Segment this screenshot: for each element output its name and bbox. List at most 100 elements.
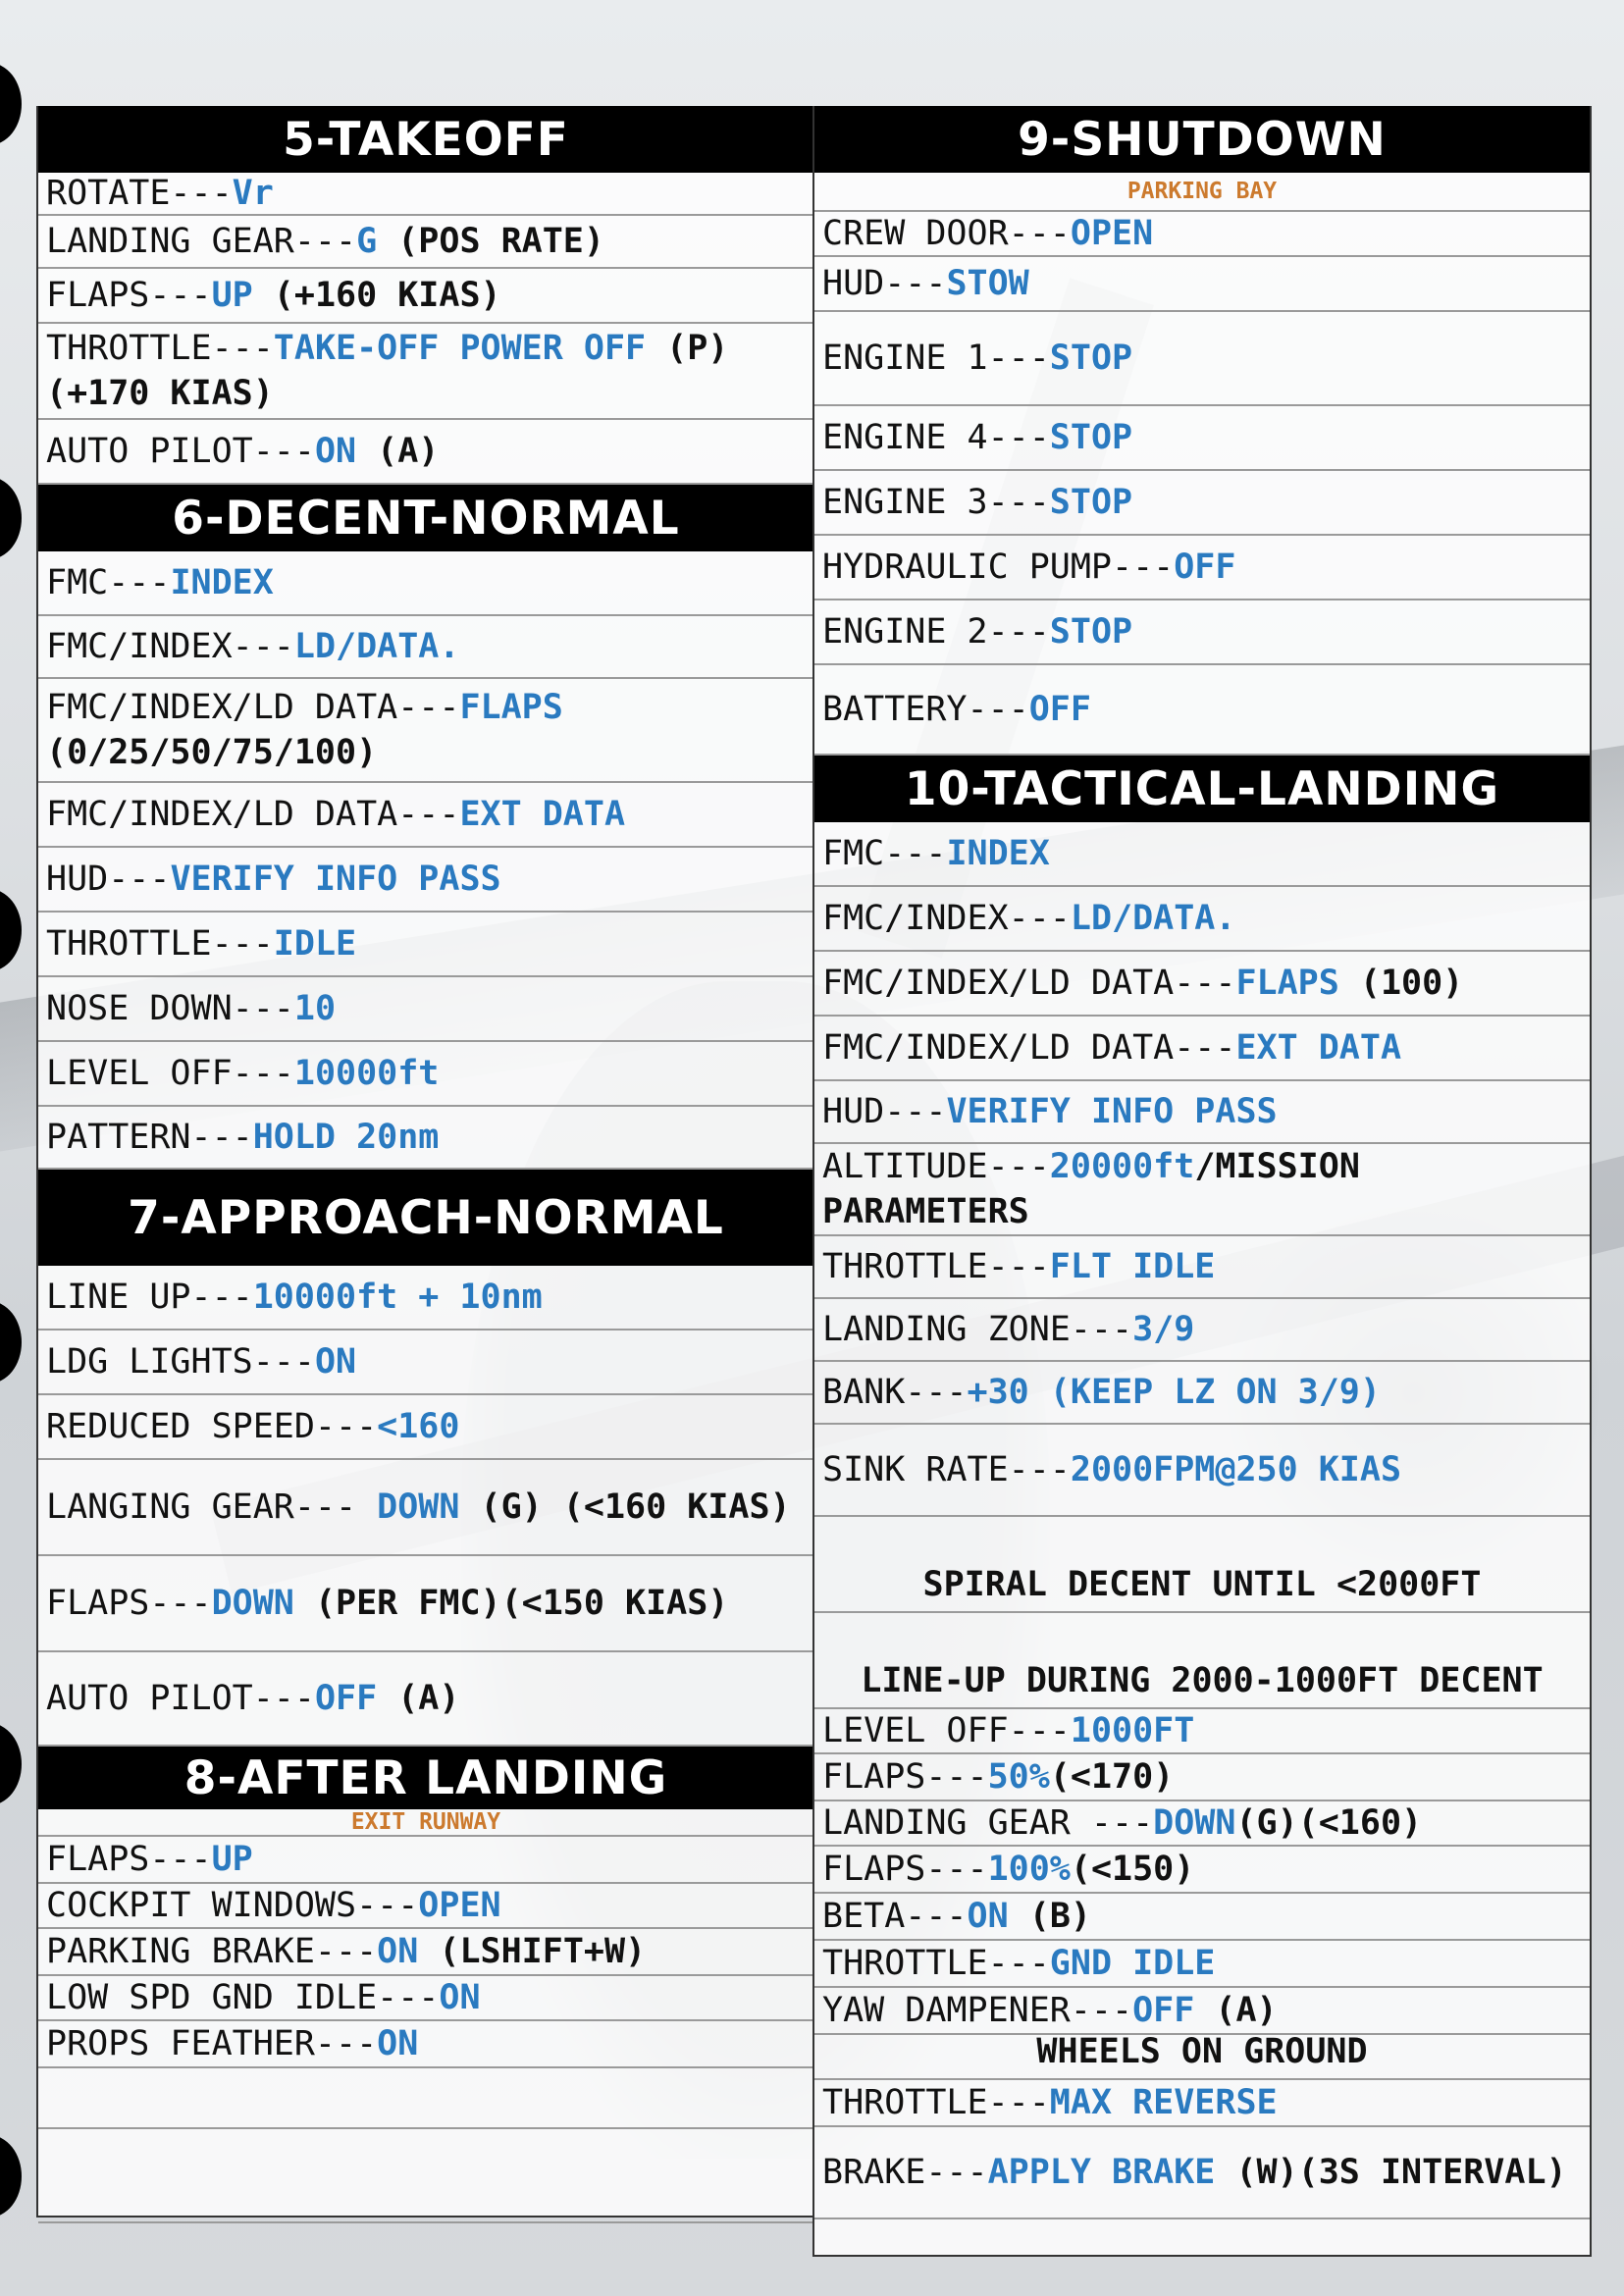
checklist-item-text: LDG LIGHTS---ON — [46, 1339, 356, 1384]
item-label: LOW SPD GND IDLE--- — [46, 1978, 440, 2017]
checklist-item-text: LEVEL OFF---10000ft — [46, 1051, 439, 1096]
checklist-row: COCKPIT WINDOWS---OPEN — [38, 1884, 813, 1929]
section-header: 10-TACTICAL-LANDING — [814, 756, 1590, 822]
item-label: THROTTLE--- — [822, 1247, 1050, 1286]
checklist-row: THROTTLE---IDLE — [38, 913, 813, 977]
checklist-item-text: FMC/INDEX---LD/DATA. — [822, 896, 1235, 941]
checklist-row: FMC/INDEX---LD/DATA. — [38, 616, 813, 679]
item-value: Vr — [232, 174, 274, 213]
item-value: 10000ft + 10nm — [252, 1278, 543, 1317]
checklist-row: LEVEL OFF---1000FT — [814, 1709, 1590, 1754]
checklist-item-text: FLAPS---100%(<150) — [822, 1847, 1194, 1892]
item-condition: (<170) — [1049, 1757, 1175, 1797]
item-label: HYDRAULIC PUMP--- — [822, 548, 1175, 587]
item-value: 2000FPM@250 KIAS — [1070, 1450, 1402, 1489]
checklist-item-text: LINE UP---10000ft + 10nm — [46, 1275, 543, 1320]
item-label: FLAPS--- — [822, 1757, 988, 1797]
checklist-item-text: LANDING GEAR ---DOWN(G)(<160) — [822, 1800, 1422, 1846]
checklist-item-text: LANDING ZONE---3/9 — [822, 1307, 1194, 1352]
item-value: TAKE-OFF POWER OFF — [273, 329, 647, 368]
checklist-row: THROTTLE---FLT IDLE — [814, 1236, 1590, 1299]
item-label: NOSE DOWN--- — [46, 989, 294, 1028]
checklist-note: LINE-UP DURING 2000-1000FT DECENT — [814, 1613, 1590, 1709]
checklist-item-text: BANK---+30 (KEEP LZ ON 3/9) — [822, 1370, 1381, 1415]
item-label: ALTITUDE--- — [822, 1147, 1050, 1186]
checklist-row: ENGINE 2---STOP — [814, 600, 1590, 665]
checklist-item-text: FMC/INDEX/LD DATA---EXT DATA — [822, 1025, 1401, 1070]
item-value: STOW — [946, 264, 1029, 303]
item-value: DOWN — [1153, 1803, 1236, 1843]
item-value: LD/DATA. — [1070, 899, 1236, 938]
checklist-item-text: LANDING GEAR---G (POS RATE) — [46, 219, 604, 264]
checklist-row: FMC/INDEX/LD DATA---FLAPS (0/25/50/75/10… — [38, 679, 813, 783]
item-label: PARKING BRAKE--- — [46, 1932, 378, 1971]
checklist-row: FMC/INDEX/LD DATA---EXT DATA — [814, 1017, 1590, 1081]
checklist-row: FMC---INDEX — [814, 822, 1590, 887]
item-label: ENGINE 3--- — [822, 483, 1050, 522]
checklist-row: REDUCED SPEED---<160 — [38, 1395, 813, 1460]
checklist-item-text: BETA---ON (B) — [822, 1894, 1091, 1939]
checklist-row: BATTERY---OFF — [814, 665, 1590, 756]
checklist-item-text: BRAKE---APPLY BRAKE (W)(3S INTERVAL) — [822, 2150, 1567, 2195]
item-label: FMC/INDEX--- — [46, 627, 294, 666]
checklist-item-text: FMC/INDEX/LD DATA---FLAPS (100) — [822, 961, 1463, 1006]
item-label: FMC/INDEX/LD DATA--- — [822, 964, 1236, 1003]
section-header: 5-TAKEOFF — [38, 106, 813, 173]
item-label: BATTERY--- — [822, 690, 1029, 729]
checklist-row: ENGINE 3---STOP — [814, 471, 1590, 536]
item-value: STOP — [1049, 483, 1133, 522]
checklist-item-text: CREW DOOR---OPEN — [822, 211, 1153, 256]
item-label: LEVEL OFF--- — [822, 1711, 1071, 1750]
checklist-item-text: ALTITUDE---20000ft/MISSION PARAMETERS — [822, 1144, 1582, 1234]
item-condition: (LSHIFT+W) — [418, 1932, 647, 1971]
item-label: LDG LIGHTS--- — [46, 1342, 315, 1382]
checklist-row: PROPS FEATHER---ON — [38, 2021, 813, 2068]
checklist-row: FMC/INDEX---LD/DATA. — [814, 887, 1590, 952]
item-condition: (PER FMC)(<150 KIAS) — [293, 1584, 729, 1623]
item-label: THROTTLE--- — [822, 1944, 1050, 1983]
item-label: LEVEL OFF--- — [46, 1054, 294, 1093]
checklist-item-text: COCKPIT WINDOWS---OPEN — [46, 1883, 501, 1928]
item-value: VERIFY INFO PASS — [170, 860, 501, 899]
item-condition: (A) — [377, 1679, 460, 1718]
item-label: LANDING GEAR --- — [822, 1803, 1154, 1843]
item-label: THROTTLE--- — [822, 2083, 1050, 2122]
item-value: STOP — [1049, 339, 1133, 378]
item-value: 3/9 — [1132, 1310, 1195, 1349]
item-label: FLAPS--- — [46, 1840, 212, 1879]
item-value: EXT DATA — [459, 795, 626, 834]
item-value: STOP — [1049, 612, 1133, 652]
item-condition: (<150) — [1070, 1850, 1195, 1889]
item-value: HOLD 20nm — [252, 1118, 440, 1157]
item-value: OFF — [314, 1679, 378, 1718]
item-label: FMC/INDEX/LD DATA--- — [822, 1028, 1236, 1068]
item-label: AUTO PILOT--- — [46, 1679, 315, 1718]
checklist-row: LEVEL OFF---10000ft — [38, 1042, 813, 1107]
item-value: OPEN — [1070, 214, 1154, 253]
item-value: APPLY BRAKE — [987, 2153, 1216, 2192]
item-label: BANK--- — [822, 1373, 968, 1412]
checklist-row: HYDRAULIC PUMP---OFF — [814, 536, 1590, 600]
checklist-row: PARKING BRAKE---ON (LSHIFT+W) — [38, 1929, 813, 1976]
item-value: OPEN — [418, 1886, 501, 1925]
checklist-item-text: THROTTLE---TAKE-OFF POWER OFF (P)(+170 K… — [46, 326, 806, 416]
item-value: OFF — [1132, 1991, 1195, 2030]
item-value: FLAPS — [1235, 964, 1339, 1003]
checklist-row: THROTTLE---GND IDLE — [814, 1941, 1590, 1988]
item-value: INDEX — [170, 563, 274, 602]
checklist-item-text: ROTATE---Vr — [46, 171, 274, 216]
checklist-item-text: HUD---VERIFY INFO PASS — [822, 1089, 1278, 1134]
checklist-item-text: FLAPS---DOWN (PER FMC)(<150 KIAS) — [46, 1581, 728, 1626]
checklist-row: YAW DAMPENER---OFF (A) — [814, 1988, 1590, 2035]
checklist-row: LANDING ZONE---3/9 — [814, 1299, 1590, 1362]
item-label: PROPS FEATHER--- — [46, 2024, 378, 2063]
checklist-item-text: FMC---INDEX — [822, 831, 1050, 876]
item-label: THROTTLE--- — [46, 924, 274, 964]
item-condition: (+160 KIAS) — [252, 276, 501, 315]
item-label: HUD--- — [822, 1092, 947, 1131]
item-value: LD/DATA. — [293, 627, 460, 666]
checklist-item-text: FMC/INDEX/LD DATA---FLAPS (0/25/50/75/10… — [46, 685, 806, 775]
item-label: COCKPIT WINDOWS--- — [46, 1886, 419, 1925]
item-value: 1000FT — [1070, 1711, 1195, 1750]
checklist-item-text: ENGINE 4---STOP — [822, 415, 1132, 460]
